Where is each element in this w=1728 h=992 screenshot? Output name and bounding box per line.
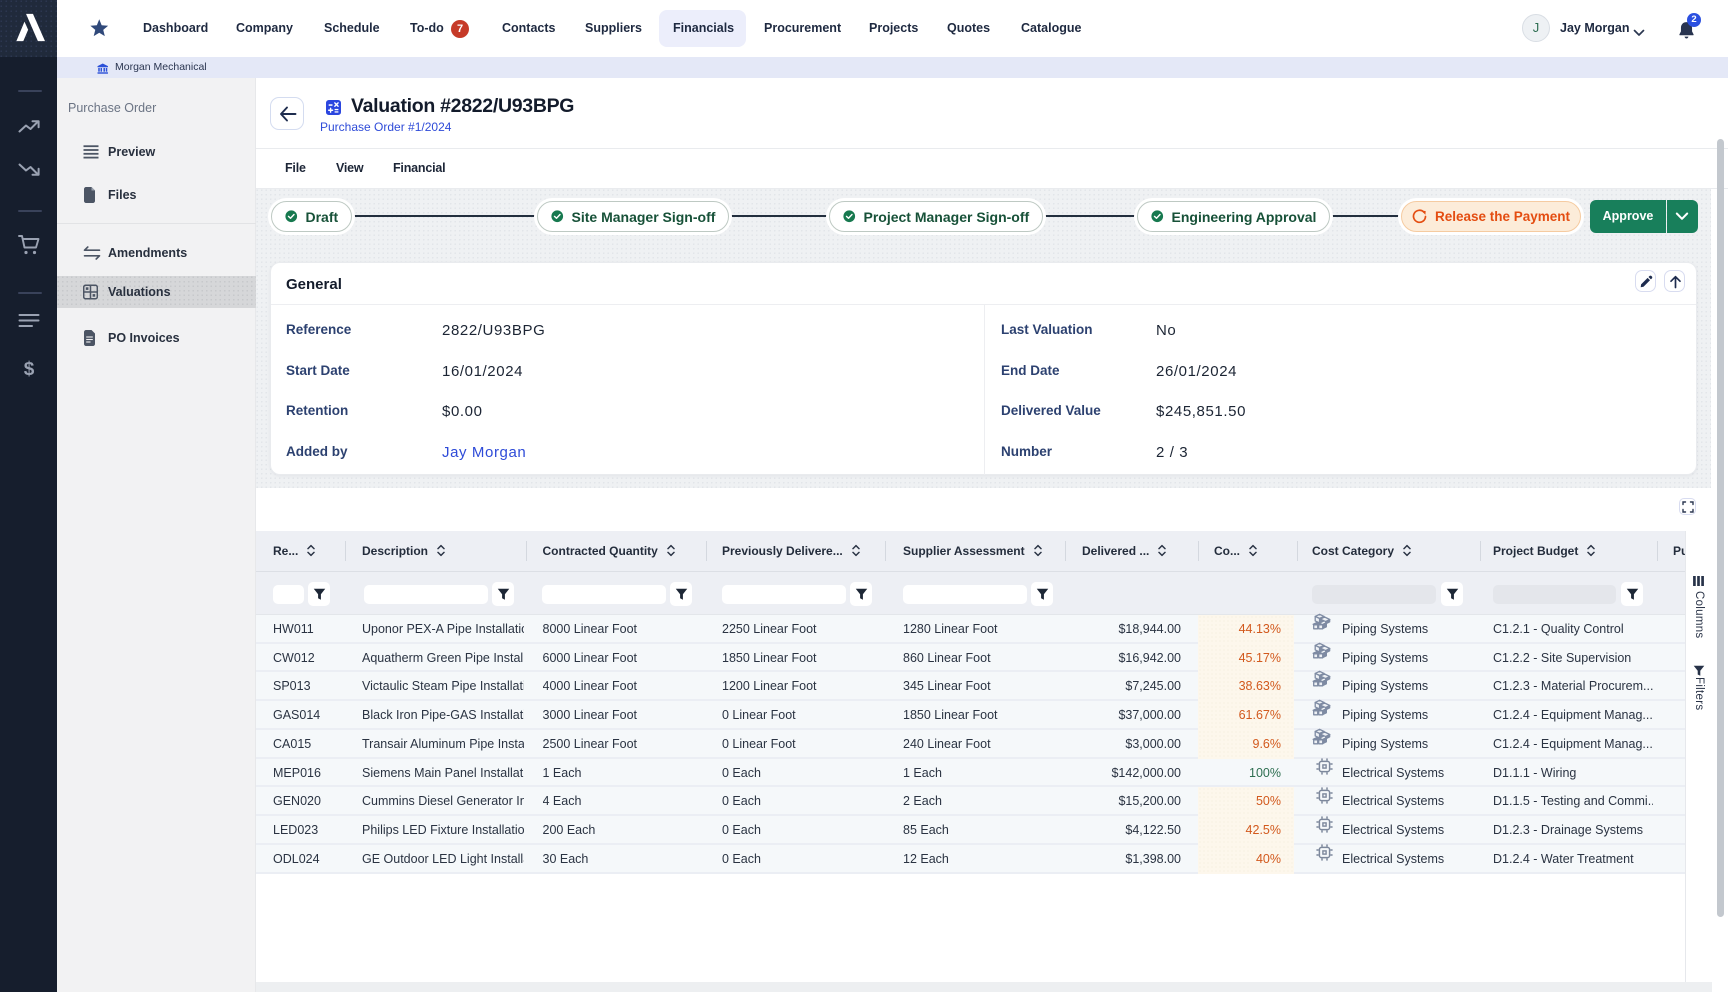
svg-text:$: $ [23, 359, 34, 380]
